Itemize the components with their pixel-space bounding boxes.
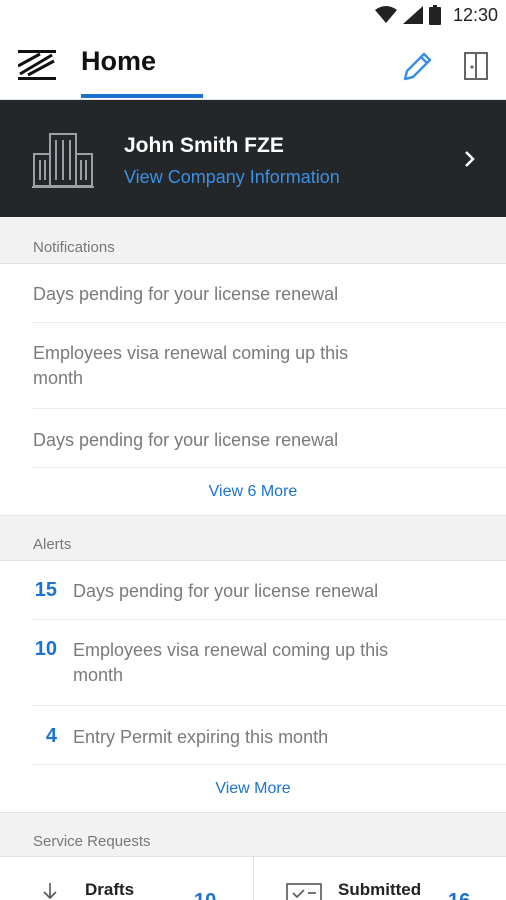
page-title: Home	[81, 46, 157, 76]
submitted-label: Submitted	[338, 880, 422, 899]
drafts-card[interactable]: Drafts 10	[0, 857, 253, 900]
submitted-icon	[286, 883, 322, 900]
view-company-info-link[interactable]: View Company Information	[124, 167, 340, 188]
alert-count: 15	[34, 579, 57, 601]
app-bar: Home	[0, 30, 506, 100]
submitted-count: 16	[448, 890, 470, 900]
status-time: 12:30	[452, 4, 498, 25]
alerts-list: 15 Days pending for your license renewal…	[0, 561, 506, 812]
alerts-header: Alerts	[0, 515, 506, 561]
battery-icon	[428, 5, 441, 25]
notification-text: Days pending for your license renewal	[33, 284, 339, 304]
chevron-right-icon[interactable]	[462, 150, 478, 168]
exit-door-icon[interactable]	[460, 50, 492, 82]
alert-text: Entry Permit expiring this month	[73, 727, 329, 747]
notifications-header-label: Notifications	[33, 239, 115, 256]
status-bar: 12:30	[0, 0, 506, 30]
service-requests-row: Drafts 10 Submitted 16	[0, 857, 506, 900]
alert-count: 10	[34, 638, 57, 660]
edit-pencil-icon[interactable]	[400, 50, 434, 84]
alert-count: 4	[45, 725, 57, 747]
notification-item[interactable]: Employees visa renewal coming up this mo…	[33, 323, 506, 409]
signal-icon	[402, 6, 423, 24]
notifications-header: Notifications	[0, 217, 506, 264]
notifications-list: Days pending for your license renewal Em…	[0, 264, 506, 515]
service-requests-header: Service Requests	[0, 812, 506, 857]
alert-text: Employees visa renewal coming up this mo…	[73, 640, 389, 685]
menu-icon[interactable]	[18, 46, 56, 84]
submitted-card[interactable]: Submitted 16	[254, 857, 506, 900]
alert-item[interactable]: 15 Days pending for your license renewal	[33, 561, 506, 620]
wifi-icon	[374, 6, 397, 23]
notification-item[interactable]: Days pending for your license renewal	[33, 409, 506, 468]
notification-text: Days pending for your license renewal	[33, 430, 339, 450]
download-icon	[43, 883, 57, 900]
drafts-count: 10	[194, 890, 216, 900]
active-tab-indicator	[81, 94, 203, 98]
alert-text: Days pending for your license renewal	[73, 581, 379, 601]
notification-item[interactable]: Days pending for your license renewal	[33, 264, 506, 323]
view-more-alerts-link[interactable]: View More	[0, 780, 506, 798]
building-icon	[32, 133, 94, 188]
drafts-label: Drafts	[85, 880, 135, 899]
notification-text: Employees visa renewal coming up this mo…	[33, 343, 349, 388]
status-icons: 12:30	[374, 4, 498, 26]
view-more-notifications-link[interactable]: View 6 More	[0, 483, 506, 501]
alerts-header-label: Alerts	[33, 536, 72, 553]
service-requests-header-label: Service Requests	[33, 833, 151, 850]
alert-item[interactable]: 10 Employees visa renewal coming up this…	[33, 620, 506, 706]
company-name: John Smith FZE	[124, 134, 284, 157]
company-banner[interactable]: John Smith FZE View Company Information	[0, 100, 506, 217]
alert-item[interactable]: 4 Entry Permit expiring this month	[33, 706, 506, 765]
